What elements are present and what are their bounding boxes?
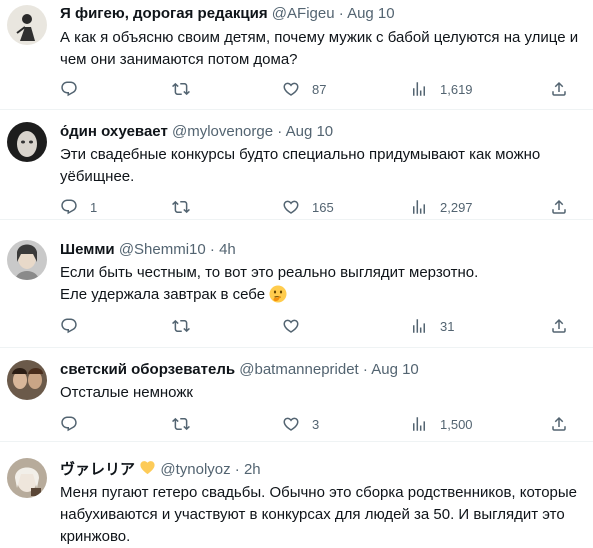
retweet-button[interactable] bbox=[172, 79, 202, 99]
tweet-text-line: уёбищнее. bbox=[60, 168, 135, 185]
heart-icon bbox=[282, 415, 300, 433]
share-button[interactable] bbox=[550, 414, 568, 434]
author-name[interactable]: Шемми bbox=[60, 241, 115, 258]
like-button[interactable] bbox=[282, 316, 312, 336]
separator-dot: · bbox=[209, 241, 215, 258]
views-icon bbox=[410, 415, 428, 433]
like-button[interactable]: 165 bbox=[282, 197, 334, 217]
views-button[interactable]: 1,500 bbox=[410, 414, 473, 434]
like-count: 87 bbox=[312, 81, 327, 97]
avatar[interactable] bbox=[7, 122, 47, 162]
tweet-text-line: набухиваются и участвуют в конкурсах для… bbox=[60, 506, 565, 523]
separator-dot: · bbox=[234, 461, 240, 478]
author-name[interactable]: о́дин охуевает bbox=[60, 123, 168, 140]
view-count: 31 bbox=[440, 318, 455, 334]
avatar[interactable] bbox=[7, 240, 47, 280]
retweet-icon bbox=[172, 415, 190, 433]
tweet-text: Эти свадебные конкурсы будто специально … bbox=[60, 144, 580, 188]
like-count: 3 bbox=[312, 416, 320, 432]
avatar[interactable] bbox=[7, 458, 47, 498]
share-icon bbox=[550, 198, 568, 216]
yellow-heart-icon bbox=[140, 461, 155, 475]
tweet-text: Отсталые немножк bbox=[60, 382, 580, 404]
tweet-text-line: Эти свадебные конкурсы будто специально … bbox=[60, 146, 541, 163]
separator-dot: · bbox=[277, 123, 283, 140]
views-icon bbox=[410, 198, 428, 216]
views-button[interactable]: 31 bbox=[410, 316, 454, 336]
tweet-text-line: А как я объясню своим детям, почему мужи… bbox=[60, 29, 579, 46]
timestamp[interactable]: Aug 10 bbox=[371, 361, 419, 378]
author-handle[interactable]: @tynolyoz bbox=[160, 461, 230, 478]
tweet[interactable]: Шемми @Shemmi10 · 4h Если быть честным, … bbox=[0, 228, 593, 348]
tweet-actions: 87 1,619 bbox=[60, 79, 580, 101]
share-button[interactable] bbox=[550, 316, 568, 336]
share-icon bbox=[550, 317, 568, 335]
tweet[interactable]: о́дин охуевает @mylovenorge · Aug 10 Эти… bbox=[0, 110, 593, 220]
share-icon bbox=[550, 415, 568, 433]
timestamp[interactable]: 2h bbox=[244, 461, 261, 478]
reply-icon bbox=[60, 198, 78, 216]
tweet-actions: 3 1,500 bbox=[60, 414, 580, 436]
author-handle[interactable]: @batmannepridet bbox=[239, 361, 358, 378]
tweet[interactable]: светский оборзеватель @batmannepridet · … bbox=[0, 348, 593, 442]
share-button[interactable] bbox=[550, 79, 568, 99]
reply-icon bbox=[60, 317, 78, 335]
tweet[interactable]: ヴァレリア @tynolyoz · 2h Меня пугают гетеро … bbox=[0, 448, 593, 545]
reply-button[interactable] bbox=[60, 414, 90, 434]
reply-icon bbox=[60, 415, 78, 433]
author-name[interactable]: ヴァレリア bbox=[60, 461, 135, 478]
view-count: 1,500 bbox=[440, 416, 473, 432]
like-button[interactable]: 87 bbox=[282, 79, 326, 99]
tweet-text: Меня пугают гетеро свадьбы. Обычно это с… bbox=[60, 482, 580, 548]
tweet[interactable]: Я фигею, дорогая редакция @AFigeu · Aug … bbox=[0, 0, 593, 110]
avatar[interactable] bbox=[7, 5, 47, 45]
avatar[interactable] bbox=[7, 360, 47, 400]
reply-count: 1 bbox=[90, 199, 98, 215]
reply-icon bbox=[60, 80, 78, 98]
reply-button[interactable]: 1 bbox=[60, 197, 97, 217]
tweet-text: Если быть честным, то вот это реально вы… bbox=[60, 262, 580, 306]
timestamp[interactable]: Aug 10 bbox=[347, 5, 395, 22]
view-count: 1,619 bbox=[440, 81, 473, 97]
view-count: 2,297 bbox=[440, 199, 473, 215]
heart-icon bbox=[282, 317, 300, 335]
timestamp[interactable]: Aug 10 bbox=[286, 123, 334, 140]
share-icon bbox=[550, 80, 568, 98]
views-icon bbox=[410, 80, 428, 98]
heart-icon bbox=[282, 198, 300, 216]
like-count: 165 bbox=[312, 199, 334, 215]
timestamp[interactable]: 4h bbox=[219, 241, 236, 258]
tweet-text-line: Отсталые немножк bbox=[60, 384, 193, 401]
tweet-actions: 1 165 2,297 bbox=[60, 197, 580, 219]
tweet-text-line: Если быть честным, то вот это реально вы… bbox=[60, 264, 479, 281]
author-name[interactable]: светский оборзеватель bbox=[60, 361, 235, 378]
heart-icon bbox=[282, 80, 300, 98]
separator-dot: · bbox=[338, 5, 344, 22]
tweet-text-line: Еле удержала завтрак в себе bbox=[60, 286, 266, 303]
retweet-button[interactable] bbox=[172, 414, 202, 434]
tweet-text: А как я объясню своим детям, почему мужи… bbox=[60, 27, 580, 71]
views-button[interactable]: 2,297 bbox=[410, 197, 473, 217]
author-handle[interactable]: @AFigeu bbox=[272, 5, 335, 22]
views-icon bbox=[410, 317, 428, 335]
reply-button[interactable] bbox=[60, 316, 90, 336]
retweet-button[interactable] bbox=[172, 197, 202, 217]
reply-button[interactable] bbox=[60, 79, 90, 99]
like-button[interactable]: 3 bbox=[282, 414, 319, 434]
separator-dot: · bbox=[362, 361, 368, 378]
tweet-text-line: чем они занимаются потом дома? bbox=[60, 51, 298, 68]
views-button[interactable]: 1,619 bbox=[410, 79, 473, 99]
retweet-icon bbox=[172, 317, 190, 335]
tweet-actions: 31 bbox=[60, 316, 580, 338]
retweet-button[interactable] bbox=[172, 316, 202, 336]
retweet-icon bbox=[172, 198, 190, 216]
share-button[interactable] bbox=[550, 197, 568, 217]
author-handle[interactable]: @mylovenorge bbox=[172, 123, 273, 140]
tweet-text-line: Меня пугают гетеро свадьбы. Обычно это с… bbox=[60, 484, 578, 501]
author-name[interactable]: Я фигею, дорогая редакция bbox=[60, 5, 268, 22]
thinking-face-emoji bbox=[269, 285, 287, 303]
retweet-icon bbox=[172, 80, 190, 98]
author-handle[interactable]: @Shemmi10 bbox=[119, 241, 206, 258]
